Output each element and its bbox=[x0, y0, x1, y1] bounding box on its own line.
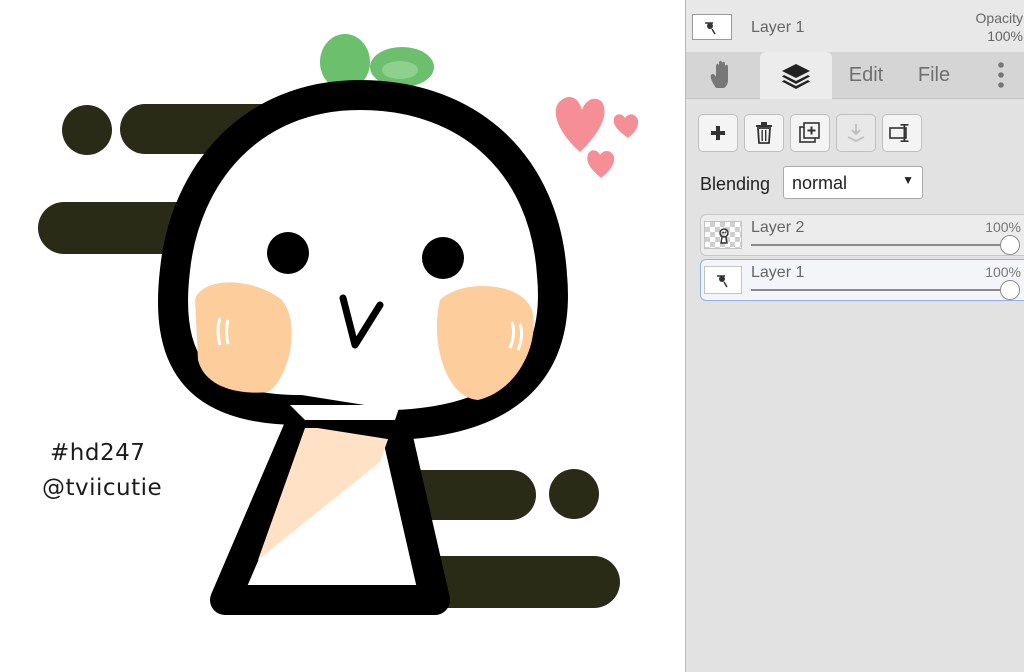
layer-2-thumbnail bbox=[704, 221, 742, 249]
duplicate-layer-button[interactable] bbox=[790, 114, 830, 152]
layer-name: Layer 2 bbox=[751, 219, 805, 236]
more-menu-button[interactable] bbox=[986, 52, 1016, 98]
artwork bbox=[38, 34, 639, 615]
character-body bbox=[210, 410, 450, 615]
layer-opacity-slider[interactable] bbox=[751, 289, 1009, 291]
layers-panel: Layer 1 Opacity 100% Edit File Blending … bbox=[685, 0, 1024, 672]
layers-icon bbox=[782, 63, 810, 89]
layer-properties-icon bbox=[889, 124, 909, 142]
add-layer-button[interactable] bbox=[698, 114, 738, 152]
chevron-down-icon: ▼ bbox=[902, 173, 914, 187]
opacity-value: 100% bbox=[987, 28, 1023, 44]
merge-down-icon bbox=[847, 124, 865, 143]
hand-icon bbox=[710, 60, 728, 88]
layer-row-layer-2[interactable]: Layer 2 100% bbox=[700, 214, 1024, 256]
hashtag-text: #hd247 bbox=[50, 440, 146, 466]
more-vertical-icon bbox=[998, 62, 1004, 88]
opacity-readout[interactable]: Opacity 100% bbox=[976, 9, 1023, 45]
current-layer-header: Layer 1 Opacity 100% bbox=[686, 0, 1024, 52]
layer-opacity-value: 100% bbox=[985, 264, 1021, 280]
panel-tabs: Edit File bbox=[686, 52, 1024, 99]
tab-hand-tool[interactable] bbox=[698, 52, 746, 98]
slider-knob[interactable] bbox=[1000, 280, 1020, 300]
plus-icon bbox=[711, 126, 725, 140]
tab-layers[interactable] bbox=[760, 52, 832, 99]
author-handle-text: @tviicutie bbox=[42, 475, 163, 501]
current-layer-name: Layer 1 bbox=[751, 19, 805, 36]
layer-opacity-value: 100% bbox=[985, 219, 1021, 235]
opacity-label: Opacity bbox=[975, 10, 1023, 26]
current-layer-thumbnail[interactable] bbox=[692, 14, 732, 40]
tab-edit[interactable]: Edit bbox=[838, 52, 894, 98]
duplicate-layer-icon bbox=[799, 122, 820, 143]
hearts bbox=[555, 97, 639, 178]
blending-label: Blending bbox=[700, 174, 771, 194]
slider-knob[interactable] bbox=[1000, 235, 1020, 255]
trash-icon bbox=[756, 122, 772, 144]
blending-mode-value: normal bbox=[792, 173, 848, 193]
tab-file[interactable]: File bbox=[906, 52, 962, 98]
layer-1-thumbnail bbox=[704, 266, 742, 294]
layer-properties-button[interactable] bbox=[882, 114, 922, 152]
layer-row-layer-1[interactable]: Layer 1 100% bbox=[700, 259, 1024, 301]
delete-layer-button[interactable] bbox=[744, 114, 784, 152]
drawing-canvas[interactable]: #hd247 @tviicutie bbox=[0, 0, 685, 672]
layer-opacity-slider[interactable] bbox=[751, 244, 1009, 246]
layer-name: Layer 1 bbox=[751, 264, 805, 281]
blending-mode-select[interactable]: normal ▼ bbox=[783, 166, 923, 199]
merge-down-button[interactable] bbox=[836, 114, 876, 152]
